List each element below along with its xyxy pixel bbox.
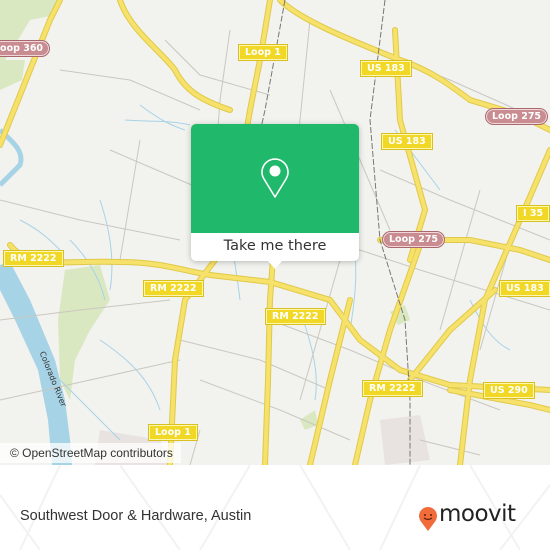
road-shield: RM 2222 bbox=[3, 250, 64, 267]
map-pin-icon bbox=[261, 158, 289, 198]
location-popup: Take me there bbox=[191, 124, 359, 269]
road-shield: RM 2222 bbox=[362, 380, 423, 397]
moovit-wordmark: moovit bbox=[439, 501, 516, 527]
footer: Southwest Door & Hardware, Austin moovit bbox=[0, 465, 550, 550]
take-me-there-button[interactable]: Take me there bbox=[191, 233, 359, 261]
road-shield: Loop 360 bbox=[0, 40, 51, 57]
popup-pointer bbox=[268, 261, 282, 269]
map-attribution[interactable]: © OpenStreetMap contributors bbox=[0, 443, 181, 463]
urban-area bbox=[380, 415, 430, 465]
road-shield: US 290 bbox=[483, 382, 535, 399]
road-shield: US 183 bbox=[499, 280, 550, 297]
map[interactable]: Loop 360 Loop 1 US 183 Loop 275 US 183 I… bbox=[0, 0, 550, 465]
road-shield: US 183 bbox=[360, 60, 412, 77]
moovit-pin-icon bbox=[419, 507, 437, 531]
road-shield: I 35 bbox=[515, 205, 550, 222]
road-shield: Loop 275 bbox=[381, 231, 446, 248]
road-shield: RM 2222 bbox=[143, 280, 204, 297]
road-shield: US 183 bbox=[381, 133, 433, 150]
popup-header bbox=[191, 124, 359, 233]
road-shield: Loop 1 bbox=[238, 44, 288, 61]
road-shield: Loop 275 bbox=[484, 108, 549, 125]
road-shield: RM 2222 bbox=[265, 308, 326, 325]
road-shield: Loop 1 bbox=[148, 424, 198, 441]
park-area bbox=[58, 265, 110, 400]
place-name: Southwest Door & Hardware, Austin bbox=[20, 508, 252, 524]
